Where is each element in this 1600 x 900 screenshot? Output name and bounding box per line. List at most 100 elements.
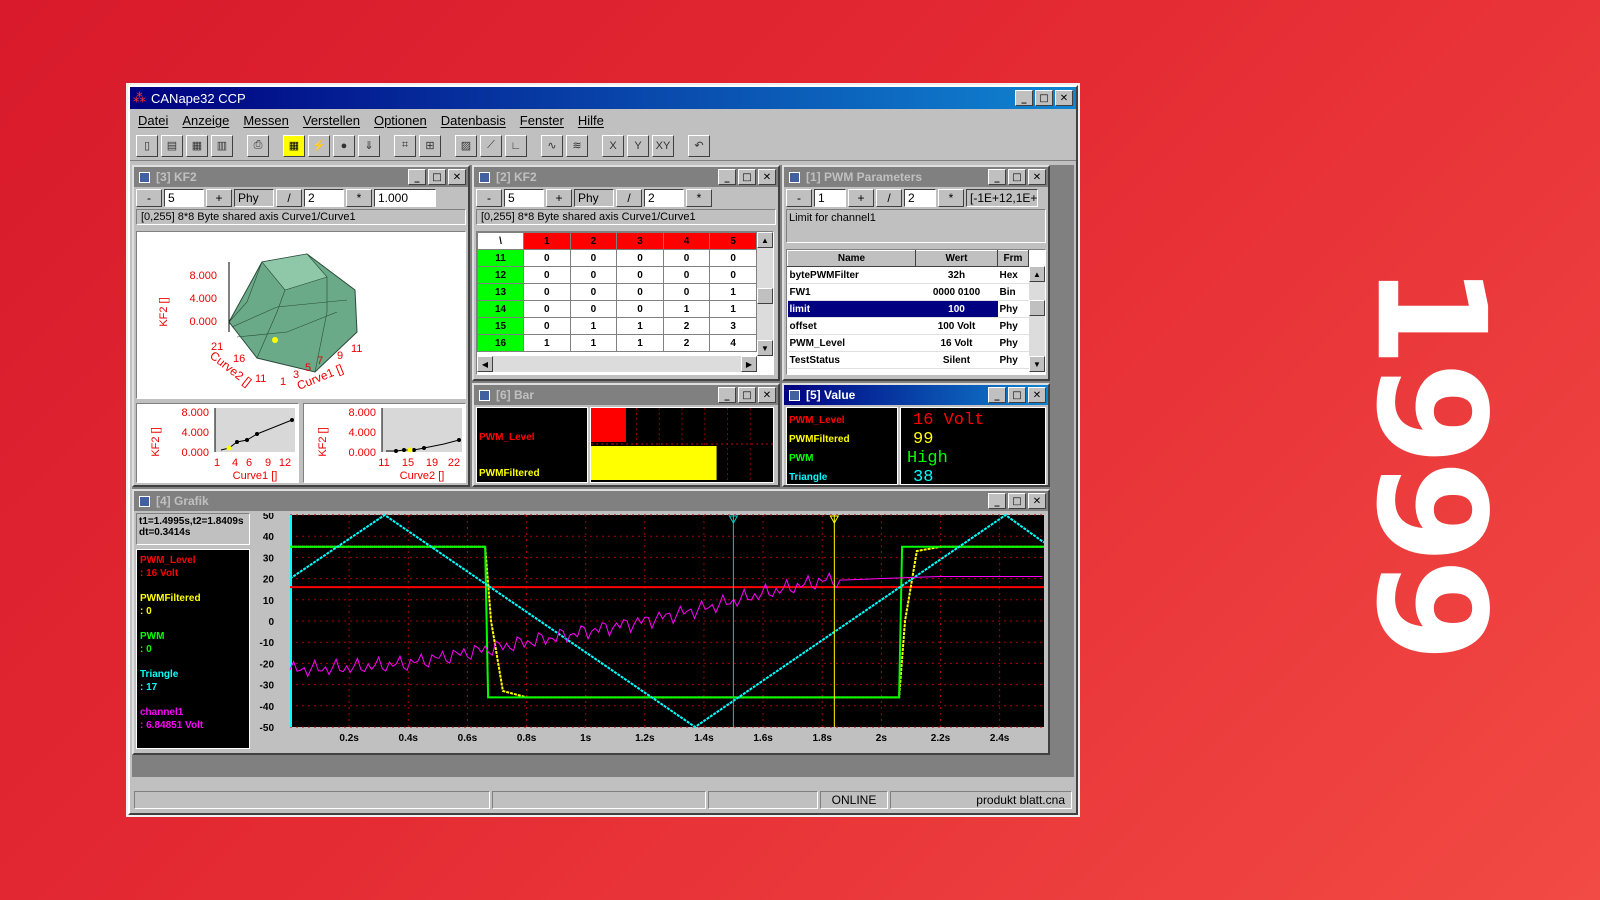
close-button[interactable]: ✕: [1028, 387, 1046, 403]
close-button[interactable]: ✕: [1028, 493, 1046, 509]
grafik-plot-area[interactable]: 0.2s 0.4s 0.6s 0.8s 1s 1.2s 1.4s 1.6s 1.8s 2s 2.2s…: [252, 511, 1046, 751]
maximize-button[interactable]: □: [1008, 387, 1026, 403]
grid-cell[interactable]: 0: [569, 283, 618, 301]
kf2-table-titlebar[interactable]: [2] KF2 _ □ ✕: [474, 167, 778, 187]
grid-cell[interactable]: 1: [709, 283, 757, 301]
legend-name[interactable]: PWMFiltered: [140, 592, 246, 605]
param-value[interactable]: 32h: [915, 266, 998, 284]
close-button[interactable]: ✕: [1028, 169, 1046, 185]
grid-cell[interactable]: 0: [616, 300, 664, 318]
param-format[interactable]: Hex: [997, 266, 1029, 284]
new-file-icon[interactable]: ▯: [136, 134, 158, 157]
download-icon[interactable]: ⇓: [358, 134, 380, 157]
database-icon[interactable]: ▦: [283, 134, 305, 157]
scroll-right-icon[interactable]: ▶: [741, 356, 757, 372]
grid-cell[interactable]: 0: [709, 266, 757, 284]
grid-icon[interactable]: ▨: [455, 134, 477, 157]
grid-cell[interactable]: 0: [523, 300, 571, 318]
maximize-button[interactable]: □: [738, 387, 756, 403]
value-input[interactable]: 5: [504, 189, 544, 207]
multiply-button[interactable]: *: [938, 189, 964, 207]
minimize-button[interactable]: _: [718, 387, 736, 403]
pwm-vscroll[interactable]: ▲ ▼: [1029, 266, 1045, 372]
scroll-left-icon[interactable]: ◀: [477, 356, 493, 372]
table-row[interactable]: PWM_Level 16 Volt Phy: [787, 334, 1029, 352]
grid-cell[interactable]: 1: [662, 300, 711, 318]
step-input[interactable]: 2: [644, 189, 684, 207]
param-value[interactable]: 100: [915, 300, 998, 318]
param-value[interactable]: 100 Volt: [915, 317, 998, 335]
maximize-button[interactable]: □: [1008, 493, 1026, 509]
maximize-button[interactable]: □: [738, 169, 756, 185]
table-row[interactable]: bytePWMFilter 32h Hex: [787, 266, 1029, 284]
param-format[interactable]: Phy: [997, 351, 1029, 369]
step-input[interactable]: 2: [304, 189, 344, 207]
zoom-area-icon[interactable]: ⊞: [419, 134, 441, 157]
app-titlebar[interactable]: ⁂ CANape32 CCP _ □ ✕: [130, 87, 1076, 109]
mode-field[interactable]: Phy: [574, 189, 614, 207]
grid-cell[interactable]: 1: [709, 300, 757, 318]
grid-cell[interactable]: 1: [616, 317, 664, 335]
pwm-parameter-table[interactable]: Name Wert Frm bytePWMFilter 32h Hex FW1 000…: [786, 249, 1046, 375]
minimize-button[interactable]: _: [988, 387, 1006, 403]
legend-name[interactable]: PWM_Level: [140, 554, 246, 567]
table-row[interactable]: FW1 0000 0100 Bin: [787, 283, 1029, 301]
step-input[interactable]: 2: [904, 189, 936, 207]
menu-datenbasis[interactable]: Datenbasis: [441, 113, 506, 128]
param-format[interactable]: Phy: [997, 334, 1029, 352]
zoom-fit-icon[interactable]: ⌗: [394, 134, 416, 157]
table-row[interactable]: TestStatus Silent Phy: [787, 351, 1029, 369]
diagonal-icon[interactable]: ⟋: [480, 134, 502, 157]
menu-hilfe[interactable]: Hilfe: [578, 113, 604, 128]
grid-cell[interactable]: 1: [616, 334, 664, 352]
scroll-thumb[interactable]: [757, 288, 773, 304]
multiply-button[interactable]: *: [346, 189, 372, 207]
grid-cell[interactable]: 0: [523, 283, 571, 301]
bar-plot[interactable]: [590, 407, 774, 483]
record-icon[interactable]: ●: [333, 134, 355, 157]
kf2-value-grid[interactable]: \ 1 2 3 4 5 11 0 0 0 0 0 12 0 0 0 0 0 13 0 0 0 0 1 14 0 0…: [476, 231, 774, 375]
param-format[interactable]: Phy: [997, 317, 1029, 335]
divide-button[interactable]: /: [876, 189, 902, 207]
col-header-wert[interactable]: Wert: [915, 250, 998, 267]
kf2-curve2-plot[interactable]: KF2 [] 8.000 4.000 0.000 11 15 19 22 Cur…: [303, 403, 466, 483]
close-button[interactable]: ✕: [448, 169, 466, 185]
legend-name[interactable]: Triangle: [140, 668, 246, 681]
grid-cell[interactable]: 1: [569, 334, 618, 352]
value-titlebar[interactable]: [5] Value _ □ ✕: [784, 385, 1048, 405]
bar-titlebar[interactable]: [6] Bar _ □ ✕: [474, 385, 778, 405]
legend-name[interactable]: PWM: [140, 630, 246, 643]
grid-cell[interactable]: 2: [662, 317, 711, 335]
grid-cell[interactable]: 0: [569, 249, 618, 267]
grid-cell[interactable]: 1: [569, 317, 618, 335]
grid-cell[interactable]: 1: [523, 334, 571, 352]
divide-button[interactable]: /: [276, 189, 302, 207]
factor-input[interactable]: 1.000: [374, 189, 436, 207]
value-input[interactable]: 1: [814, 189, 846, 207]
col-header-name[interactable]: Name: [787, 250, 916, 267]
value-input[interactable]: 5: [164, 189, 204, 207]
cursor-y-icon[interactable]: Y: [627, 134, 649, 157]
menu-datei[interactable]: Datei: [138, 113, 168, 128]
mode-field[interactable]: Phy: [234, 189, 274, 207]
scroll-down-icon[interactable]: ▼: [757, 340, 773, 356]
increment-button[interactable]: +: [546, 189, 572, 207]
save-as-icon[interactable]: ▥: [211, 134, 233, 157]
increment-button[interactable]: +: [848, 189, 874, 207]
col-header-frm[interactable]: Frm: [997, 250, 1029, 267]
minimize-button[interactable]: _: [988, 169, 1006, 185]
divide-button[interactable]: /: [616, 189, 642, 207]
minimize-button[interactable]: _: [408, 169, 426, 185]
grid-hscroll[interactable]: ◀ ▶: [477, 356, 757, 372]
menu-verstellen[interactable]: Verstellen: [303, 113, 360, 128]
pwm-titlebar[interactable]: [1] PWM Parameters _ □ ✕: [784, 167, 1048, 187]
menu-fenster[interactable]: Fenster: [520, 113, 564, 128]
scroll-up-icon[interactable]: ▲: [1029, 266, 1045, 282]
menu-messen[interactable]: Messen: [243, 113, 289, 128]
param-value[interactable]: Silent: [915, 351, 998, 369]
minimize-button[interactable]: _: [718, 169, 736, 185]
table-row[interactable]: limit 100 Phy: [787, 300, 1029, 318]
grid-cell[interactable]: 0: [662, 249, 711, 267]
undo-icon[interactable]: ↶: [688, 134, 710, 157]
scroll-down-icon[interactable]: ▼: [1029, 356, 1045, 372]
